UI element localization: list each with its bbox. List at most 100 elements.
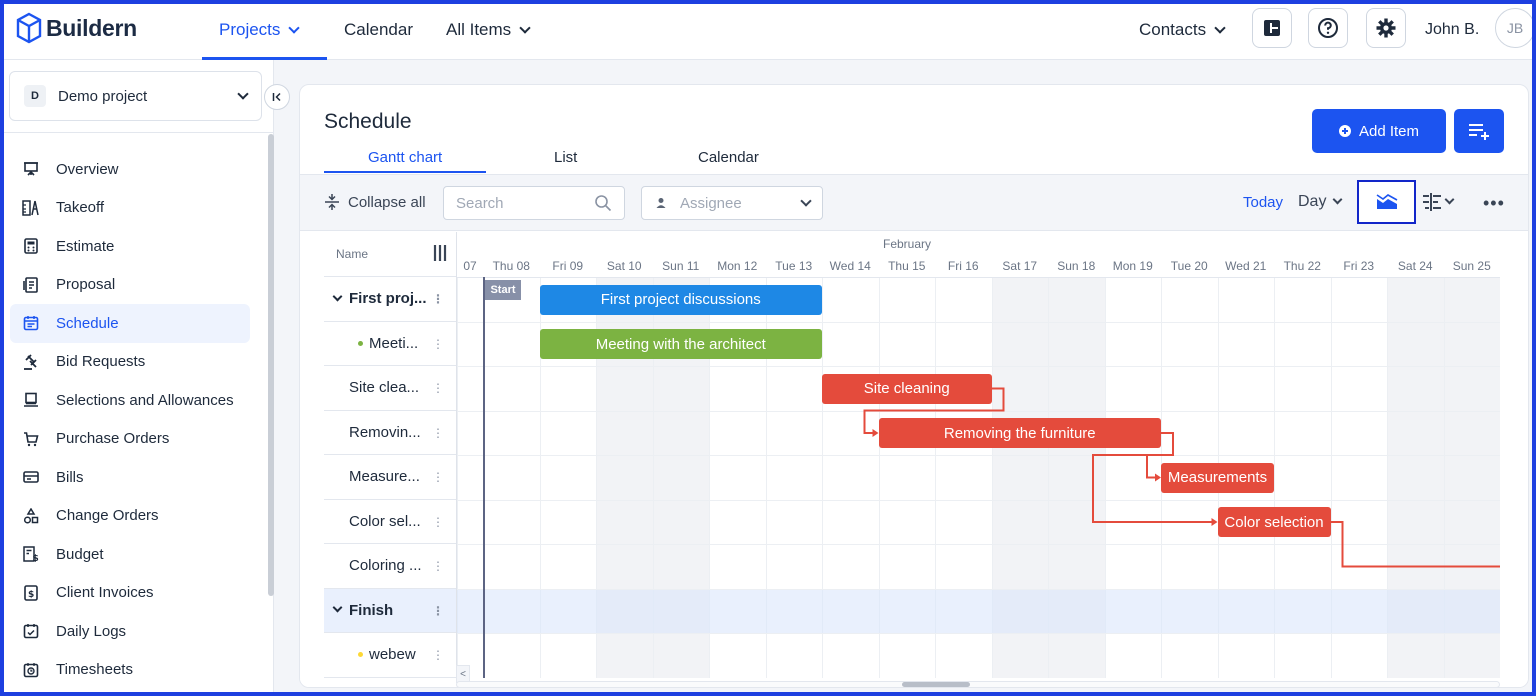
sidebar-item-label: Daily Logs (56, 622, 127, 640)
sidebar-item-purchase-orders[interactable]: Purchase Orders (10, 420, 250, 459)
tab-calendar[interactable]: Calendar (698, 149, 759, 166)
nav-contacts[interactable]: Contacts (1139, 0, 1226, 60)
project-name: Demo project (58, 87, 148, 105)
name-column-header: Name (324, 232, 456, 277)
gantt-task-bar[interactable]: Meeting with the architect (539, 329, 822, 359)
day-label: Thu 22 (1283, 259, 1321, 273)
sidebar-item-timesheets[interactable]: Timesheets (10, 651, 250, 690)
sidebar-item-change-orders[interactable]: Change Orders (10, 497, 250, 536)
sidebar-collapse-button[interactable] (264, 84, 290, 110)
task-row[interactable]: webew ⋮ (324, 633, 456, 678)
add-list-button[interactable] (1454, 109, 1504, 153)
today-button[interactable]: Today (1243, 194, 1283, 211)
day-label: Sat 24 (1397, 259, 1433, 273)
sidebar-scrollbar[interactable] (268, 134, 274, 596)
gantt-task-bar[interactable]: Removing the furniture (878, 418, 1161, 448)
task-name: webew (369, 646, 416, 664)
project-start-line (483, 277, 485, 678)
day-label: Sun 25 (1452, 259, 1491, 273)
gantt-task-bar[interactable]: Color selection (1217, 507, 1331, 537)
task-row[interactable]: Color sel... ⋮ (324, 500, 456, 544)
row-menu-icon[interactable]: ⋮ (432, 337, 444, 351)
avatar[interactable]: JB (1495, 8, 1535, 48)
task-row[interactable]: Measure... ⋮ (324, 455, 456, 500)
row-menu-icon[interactable]: ⋮ (432, 426, 444, 440)
sidebar-item-label: Bid Requests (56, 353, 146, 371)
fit-to-screen-button[interactable] (1357, 180, 1416, 224)
row-menu-icon[interactable]: ⋮ (432, 604, 444, 618)
sidebar-item-selections[interactable]: Selections and Allowances (10, 381, 250, 420)
day-label: Tue 20 (1170, 259, 1208, 273)
day-label: Fri 09 (552, 259, 584, 273)
scroll-thumb[interactable] (902, 682, 970, 687)
scroll-track[interactable] (456, 681, 1500, 687)
column-resize-icon[interactable] (433, 244, 447, 262)
row-menu-icon[interactable]: ⋮ (432, 559, 444, 573)
chevron-down-icon[interactable] (332, 291, 343, 302)
task-row[interactable]: Removin... ⋮ (324, 411, 456, 455)
tab-gantt-chart[interactable]: Gantt chart (368, 149, 442, 166)
day-scale-select[interactable]: Day (1298, 193, 1343, 211)
project-start-marker: Start (485, 280, 521, 300)
settings-button[interactable] (1366, 8, 1406, 48)
project-selector[interactable]: D Demo project (9, 71, 262, 121)
day-label: Sun 18 (1057, 259, 1096, 273)
row-menu-icon[interactable]: ⋮ (432, 292, 444, 306)
nav-all-items[interactable]: All Items (446, 0, 531, 60)
search-input[interactable]: Search (443, 186, 625, 220)
task-group-row[interactable]: First proj... ⋮ (324, 277, 456, 322)
row-gridline (457, 366, 1500, 367)
task-row[interactable]: Coloring ... ⋮ (324, 544, 456, 589)
sidebar-item-label: Estimate (56, 237, 115, 255)
search-placeholder: Search (456, 194, 504, 212)
nav-projects[interactable]: Projects (219, 0, 301, 60)
more-options-button[interactable]: ••• (1483, 193, 1505, 214)
add-item-button[interactable]: Add Item (1312, 109, 1446, 153)
sidebar-item-client-invoices[interactable]: $ Client Invoices (10, 574, 250, 613)
buildern-logo-icon (16, 12, 42, 44)
sidebar-item-daily-logs[interactable]: Daily Logs (10, 612, 250, 651)
plus-circle-icon (1338, 125, 1351, 137)
svg-text:$: $ (33, 554, 39, 562)
day-label: Sun 11 (662, 259, 700, 273)
sidebar-item-bid-requests[interactable]: Bid Requests (10, 343, 250, 382)
playlist-add-icon (1469, 124, 1489, 140)
sidebar-item-takeoff[interactable]: Takeoff (10, 189, 250, 228)
day-label: Thu 15 (888, 259, 926, 273)
gantt-task-bar[interactable]: Measurements (1161, 462, 1274, 493)
sidebar-item-budget[interactable]: $ Budget (10, 535, 250, 574)
help-button[interactable] (1308, 8, 1348, 48)
collapse-all-button[interactable]: Collapse all (324, 193, 426, 211)
day-label: Sat 17 (1002, 259, 1038, 273)
sidebar-item-overview[interactable]: Overview (10, 150, 250, 189)
sidebar-item-bills[interactable]: Bills (10, 458, 250, 497)
app-logo[interactable]: Buildern (16, 12, 137, 44)
layout-button[interactable] (1252, 8, 1292, 48)
row-menu-icon[interactable]: ⋮ (432, 470, 444, 484)
chevron-down-icon (1333, 194, 1343, 205)
sidebar-item-estimate[interactable]: Estimate (10, 227, 250, 266)
gantt-task-bar[interactable]: Site cleaning (822, 373, 992, 404)
assignee-select[interactable]: Assignee (641, 186, 823, 220)
gantt-task-bar[interactable]: First project discussions (539, 284, 822, 315)
row-menu-icon[interactable]: ⋮ (432, 515, 444, 529)
task-row[interactable]: Site clea... ⋮ (324, 366, 456, 411)
user-name[interactable]: John B. (1425, 0, 1479, 60)
columns-settings-button[interactable] (1422, 192, 1455, 212)
sidebar-item-proposal[interactable]: Proposal (10, 266, 250, 305)
day-label: Thu 08 (492, 259, 530, 273)
row-menu-icon[interactable]: ⋮ (432, 648, 444, 662)
horizontal-scrollbar: < (300, 665, 1528, 687)
row-menu-icon[interactable]: ⋮ (432, 381, 444, 395)
day-label: Wed 21 (1225, 259, 1267, 273)
landscape-icon (1376, 194, 1397, 209)
gantt-grid: Name First proj... ⋮ Meeti... ⋮ Site clea...… (324, 232, 1500, 678)
chevron-down-icon[interactable] (332, 602, 343, 613)
sidebar-item-schedule[interactable]: Schedule (10, 304, 250, 343)
day-label: Fri 23 (1343, 259, 1375, 273)
chevron-down-icon (519, 21, 531, 34)
task-row[interactable]: Meeti... ⋮ (324, 322, 456, 366)
task-group-row[interactable]: Finish ⋮ (324, 588, 456, 633)
tab-list[interactable]: List (554, 149, 577, 166)
nav-calendar[interactable]: Calendar (344, 0, 413, 60)
